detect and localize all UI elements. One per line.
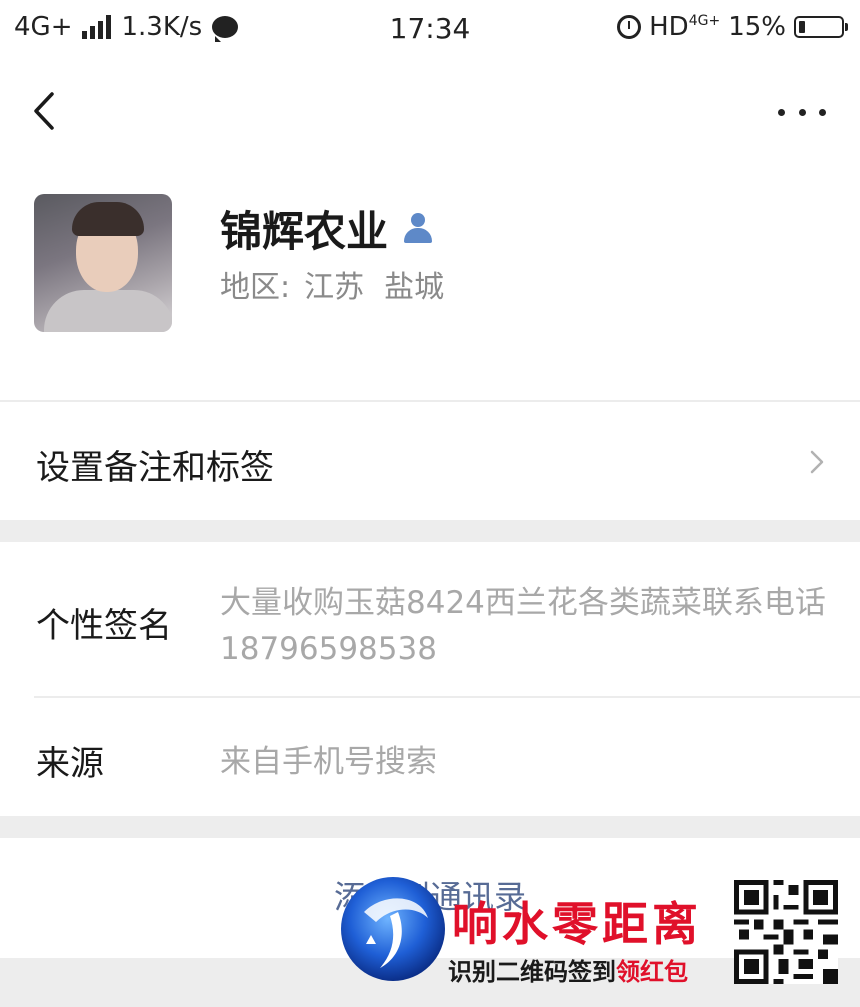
row-divider (34, 696, 860, 698)
info-section: 个性签名 大量收购玉菇8424西兰花各类蔬菜联系电话18796598538 来源… (0, 542, 860, 816)
region: 地区: 江苏 盐城 (220, 262, 444, 306)
watermark-subtitle-main: 识别二维码签到 (448, 958, 616, 986)
watermark-subtitle: 识别二维码签到领红包 (448, 952, 688, 987)
battery-icon (794, 16, 848, 38)
watermark-title: 响水零距离 (452, 897, 702, 951)
watermark: 响水零距离 识别二维码签到领红包 (336, 870, 860, 1007)
source-value: 来自手机号搜索 (220, 744, 437, 780)
signature-value: 大量收购玉菇8424西兰花各类蔬菜联系电话18796598538 (220, 585, 826, 667)
hd-network: 4G+ (688, 13, 721, 29)
hd-indicator: HD4G+ (649, 12, 720, 42)
more-button[interactable] (778, 92, 826, 132)
avatar[interactable] (34, 194, 172, 332)
more-dot (798, 108, 806, 116)
back-button[interactable] (26, 86, 66, 136)
chevron-right-icon (810, 450, 824, 474)
more-dot (819, 108, 826, 116)
hd-label: HD (649, 12, 689, 42)
region-label: 地区: (220, 270, 291, 305)
section-gap (0, 520, 860, 542)
watermark-logo-icon (341, 877, 445, 981)
status-bar: 4G+ 1.3K/s 17:34 HD4G+ 15% (0, 0, 860, 62)
profile-header: 锦辉农业 地区: 江苏 盐城 (0, 162, 860, 400)
battery-percent: 15% (728, 12, 786, 42)
contact-name: 锦辉农业 (220, 207, 389, 256)
remark-tags-row[interactable]: 设置备注和标签 (0, 402, 860, 520)
qr-code-icon (734, 880, 838, 984)
region-province: 江苏 (304, 270, 365, 305)
more-dot (778, 108, 785, 116)
watermark-subtitle-red: 领红包 (616, 958, 688, 986)
nav-bar (0, 62, 860, 162)
alarm-icon (617, 15, 642, 39)
remark-tags-label: 设置备注和标签 (36, 448, 274, 488)
signature-label: 个性签名 (36, 606, 172, 646)
section-gap (0, 816, 860, 838)
region-city: 盐城 (384, 270, 445, 305)
name-row: 锦辉农业 (220, 198, 436, 259)
chevron-left-icon (34, 92, 54, 130)
person-icon (400, 211, 436, 247)
status-right: HD4G+ 15% (617, 12, 848, 42)
source-label: 来源 (36, 744, 104, 784)
